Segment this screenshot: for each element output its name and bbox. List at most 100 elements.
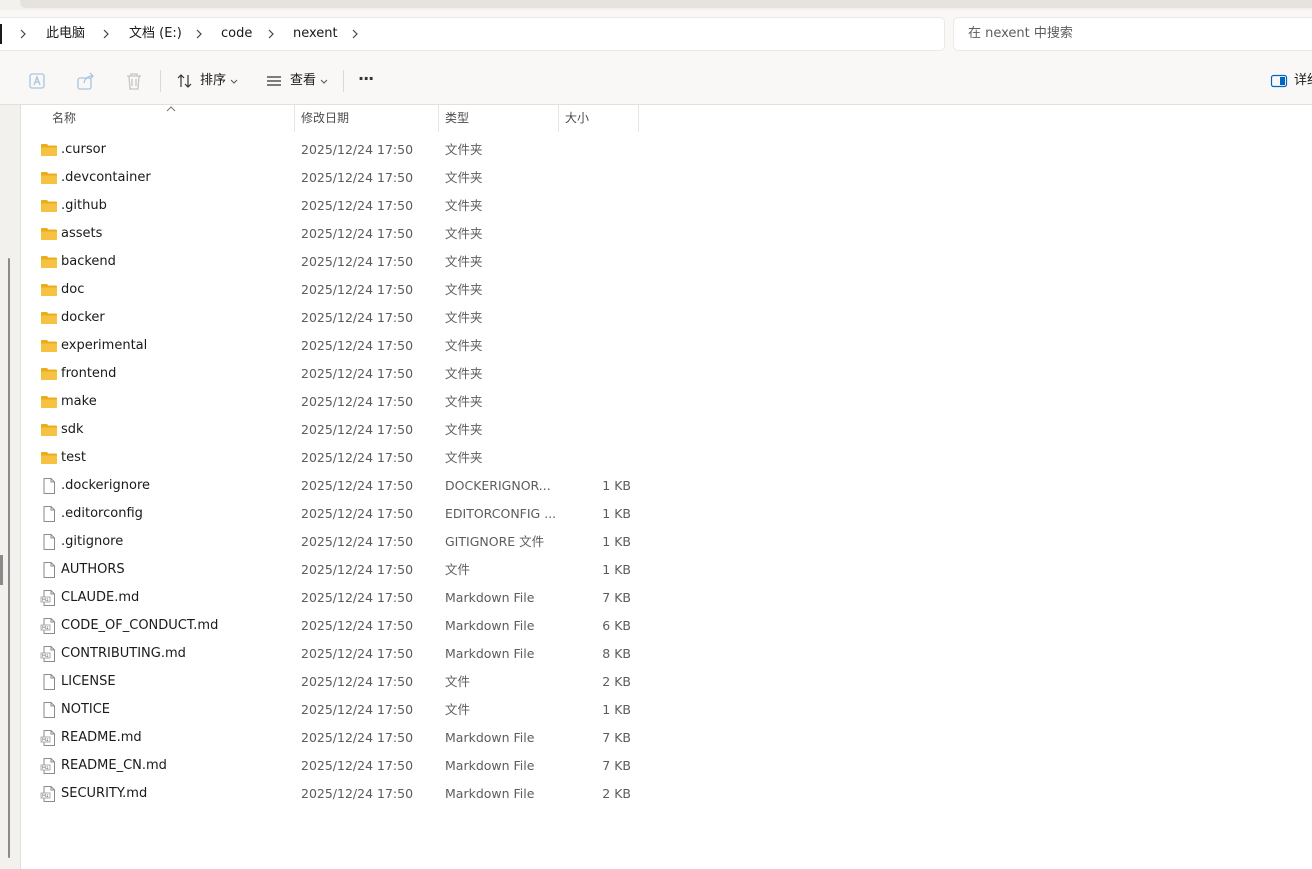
file-modified-date: 2025/12/24 17:50: [301, 562, 414, 577]
file-modified-date: 2025/12/24 17:50: [301, 674, 414, 689]
file-type: 文件夹: [445, 366, 483, 381]
file-modified-date: 2025/12/24 17:50: [301, 226, 414, 241]
file-row[interactable]: assets 2025/12/24 17:50 文件夹: [21, 220, 641, 248]
file-type: Markdown File: [445, 730, 535, 745]
column-separator[interactable]: [294, 105, 295, 132]
file-row[interactable]: docker 2025/12/24 17:50 文件夹: [21, 304, 641, 332]
file-type: EDITORCONFIG ...: [445, 506, 557, 521]
file-row[interactable]: backend 2025/12/24 17:50 文件夹: [21, 248, 641, 276]
file-type: GITIGNORE 文件: [445, 534, 545, 549]
file-type: 文件夹: [445, 450, 483, 465]
file-size: 7 KB: [602, 758, 631, 773]
markdown-file-icon: [40, 730, 58, 746]
navigation-pane-edge: [0, 105, 21, 869]
file-row[interactable]: frontend 2025/12/24 17:50 文件夹: [21, 360, 641, 388]
chevron-right-icon[interactable]: [264, 26, 278, 42]
file-modified-date: 2025/12/24 17:50: [301, 198, 414, 213]
file-type: Markdown File: [445, 758, 535, 773]
details-pane-button[interactable]: 详细: [1270, 70, 1312, 92]
column-header-size[interactable]: 大小: [565, 105, 589, 132]
search-input[interactable]: 在 nexent 中搜索: [953, 17, 1312, 51]
file-row[interactable]: .editorconfig 2025/12/24 17:50 EDITORCONFI…: [21, 500, 641, 528]
file-row[interactable]: AUTHORS 2025/12/24 17:50 文件 1 KB: [21, 556, 641, 584]
file-row[interactable]: experimental 2025/12/24 17:50 文件夹: [21, 332, 641, 360]
file-modified-date: 2025/12/24 17:50: [301, 730, 414, 745]
file-modified-date: 2025/12/24 17:50: [301, 394, 414, 409]
file-icon: [40, 562, 58, 578]
file-type: Markdown File: [445, 786, 535, 801]
file-row[interactable]: NOTICE 2025/12/24 17:50 文件 1 KB: [21, 696, 641, 724]
address-band: 此电脑 文档 (E:) code nexent 在 nexent 中搜索: [0, 10, 1312, 58]
file-name: experimental: [61, 338, 148, 353]
file-name: sdk: [61, 422, 84, 437]
file-row[interactable]: CLAUDE.md 2025/12/24 17:50 Markdown File 7 …: [21, 584, 641, 612]
file-size: 7 KB: [602, 590, 631, 605]
file-size: 1 KB: [602, 562, 631, 577]
file-name: CLAUDE.md: [61, 590, 140, 605]
rename-icon[interactable]: [28, 70, 48, 92]
file-row[interactable]: README_CN.md 2025/12/24 17:50 Markdown Fil…: [21, 752, 641, 780]
file-name: README_CN.md: [61, 758, 167, 773]
markdown-file-icon: [40, 646, 58, 662]
column-header-modified[interactable]: 修改日期: [301, 105, 349, 132]
column-header-type[interactable]: 类型: [445, 105, 469, 132]
column-header-name[interactable]: 名称: [52, 105, 76, 132]
file-row[interactable]: test 2025/12/24 17:50 文件夹: [21, 444, 641, 472]
file-icon: [40, 506, 58, 522]
more-options-button[interactable]: ···: [358, 70, 380, 92]
column-separator[interactable]: [638, 105, 639, 132]
file-type: Markdown File: [445, 590, 535, 605]
file-row[interactable]: CODE_OF_CONDUCT.md 2025/12/24 17:50 Markdo…: [21, 612, 641, 640]
chevron-right-icon[interactable]: [348, 26, 362, 42]
file-row[interactable]: .dockerignore 2025/12/24 17:50 DOCKERIGNOR…: [21, 472, 641, 500]
file-row[interactable]: .devcontainer 2025/12/24 17:50 文件夹: [21, 164, 641, 192]
share-icon[interactable]: [76, 70, 96, 92]
breadcrumb-this-pc[interactable]: 此电脑: [46, 26, 85, 42]
file-row[interactable]: .github 2025/12/24 17:50 文件夹: [21, 192, 641, 220]
address-bar[interactable]: 此电脑 文档 (E:) code nexent: [0, 17, 945, 51]
file-row[interactable]: .gitignore 2025/12/24 17:50 GITIGNORE 文件 1 …: [21, 528, 641, 556]
column-separator[interactable]: [438, 105, 439, 132]
file-row[interactable]: CONTRIBUTING.md 2025/12/24 17:50 Markdown …: [21, 640, 641, 668]
file-size: 8 KB: [602, 646, 631, 661]
file-type: DOCKERIGNOR...: [445, 478, 551, 493]
file-name: LICENSE: [61, 674, 116, 689]
folder-icon: [40, 338, 58, 354]
file-icon: [40, 702, 58, 718]
navigation-scrollbar[interactable]: [8, 258, 10, 858]
markdown-file-icon: [40, 786, 58, 802]
file-name: frontend: [61, 366, 117, 381]
file-row[interactable]: doc 2025/12/24 17:50 文件夹: [21, 276, 641, 304]
breadcrumb-code[interactable]: code: [221, 26, 252, 42]
file-name: doc: [61, 282, 85, 297]
column-separator[interactable]: [558, 105, 559, 132]
delete-icon[interactable]: [124, 70, 144, 92]
sort-button[interactable]: 排序: [176, 70, 240, 92]
file-name: .cursor: [61, 142, 106, 157]
view-button[interactable]: 查看: [265, 70, 329, 92]
file-name: make: [61, 394, 97, 409]
chevron-right-icon[interactable]: [99, 26, 113, 42]
file-name: .gitignore: [61, 534, 124, 549]
file-size: 1 KB: [602, 506, 631, 521]
file-name: AUTHORS: [61, 562, 125, 577]
file-row[interactable]: SECURITY.md 2025/12/24 17:50 Markdown File…: [21, 780, 641, 808]
breadcrumb-nexent[interactable]: nexent: [293, 26, 338, 42]
search-placeholder: 在 nexent 中搜索: [968, 26, 1073, 41]
file-row[interactable]: sdk 2025/12/24 17:50 文件夹: [21, 416, 641, 444]
chevron-right-icon[interactable]: [192, 26, 206, 42]
file-modified-date: 2025/12/24 17:50: [301, 338, 414, 353]
sort-icon: [177, 74, 192, 88]
folder-icon: [40, 422, 58, 438]
file-modified-date: 2025/12/24 17:50: [301, 142, 414, 157]
chevron-right-icon[interactable]: [16, 26, 30, 42]
file-row[interactable]: LICENSE 2025/12/24 17:50 文件 2 KB: [21, 668, 641, 696]
file-type: 文件夹: [445, 310, 483, 325]
file-type: 文件夹: [445, 198, 483, 213]
column-header-row: 名称 修改日期 类型 大小: [21, 105, 641, 132]
file-row[interactable]: .cursor 2025/12/24 17:50 文件夹: [21, 136, 641, 164]
file-row[interactable]: README.md 2025/12/24 17:50 Markdown File 7 …: [21, 724, 641, 752]
file-icon: [40, 674, 58, 690]
breadcrumb-drive[interactable]: 文档 (E:): [129, 26, 182, 42]
file-row[interactable]: make 2025/12/24 17:50 文件夹: [21, 388, 641, 416]
